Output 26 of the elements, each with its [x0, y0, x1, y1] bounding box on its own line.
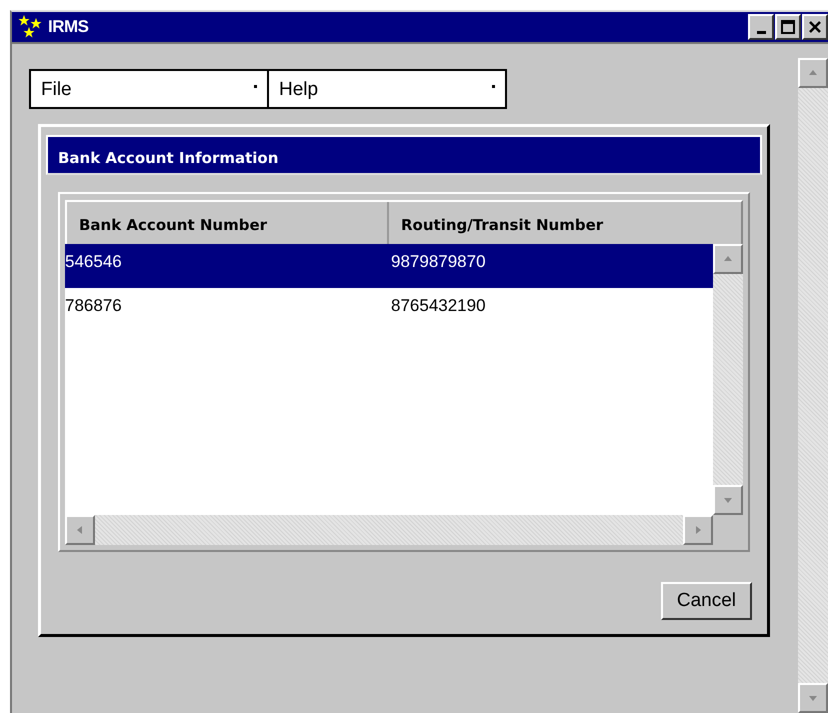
cancel-button[interactable]: Cancel — [660, 582, 752, 620]
column-header[interactable]: Routing/Transit Number — [389, 202, 741, 244]
maximize-icon — [781, 20, 795, 34]
table-cell-text: 9879879870 — [391, 251, 486, 273]
table-cell-text: 8765432190 — [391, 295, 486, 317]
horizontal-scrollbar[interactable] — [65, 515, 713, 545]
table-cell-text: 786876 — [65, 295, 123, 317]
vertical-scrollbar[interactable] — [713, 244, 743, 515]
vertical-scrollbar[interactable] — [798, 58, 828, 713]
minimize-icon — [756, 30, 766, 34]
scroll-left-button[interactable] — [65, 515, 95, 545]
minimize-button[interactable] — [748, 14, 774, 40]
panel-title: Bank Account Information — [46, 135, 762, 175]
close-icon — [808, 20, 822, 34]
scroll-up-button[interactable] — [798, 58, 828, 88]
scroll-up-button[interactable] — [713, 244, 743, 274]
stars-icon — [18, 14, 44, 40]
window-title: IRMS — [48, 17, 90, 37]
scroll-right-button[interactable] — [683, 515, 713, 545]
table-cell-text: 546546 — [65, 251, 123, 273]
table-row[interactable]: 546546 9879879870 — [65, 244, 713, 288]
scroll-down-button[interactable] — [713, 485, 743, 515]
scroll-down-button[interactable] — [798, 683, 828, 713]
table-row[interactable]: 786876 8765432190 — [65, 288, 713, 332]
close-button[interactable] — [802, 14, 828, 40]
maximize-button[interactable] — [775, 14, 801, 40]
